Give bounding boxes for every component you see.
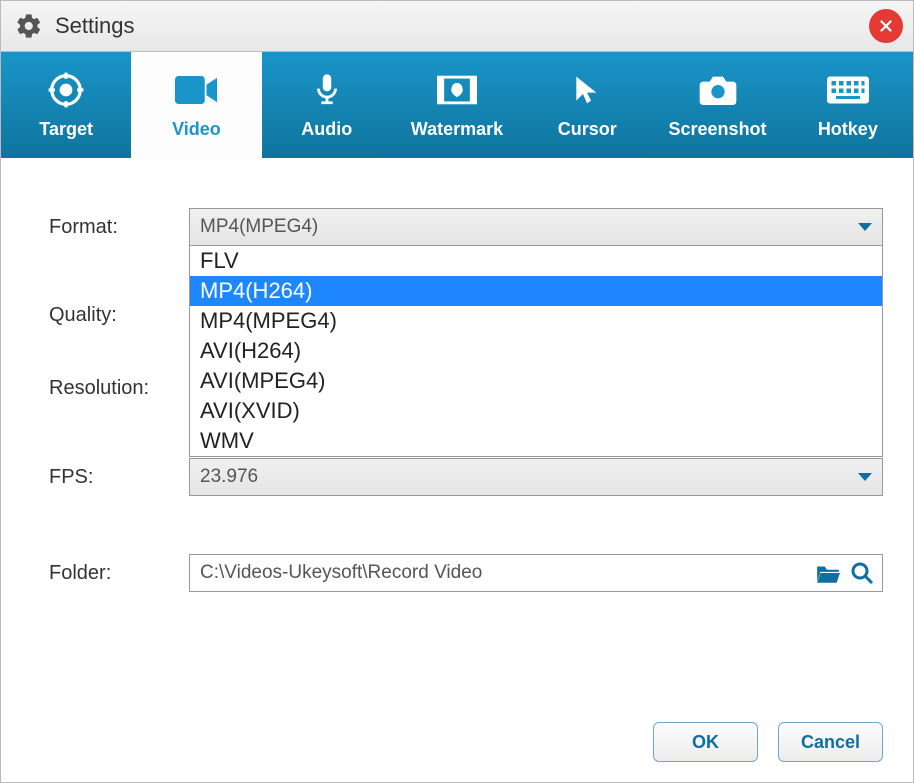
tab-label: Hotkey — [818, 119, 878, 140]
close-icon — [877, 17, 895, 35]
microphone-icon — [306, 71, 348, 109]
close-button[interactable] — [869, 9, 903, 43]
chevron-down-icon — [858, 473, 872, 481]
fps-combo[interactable]: 23.976 — [189, 458, 883, 496]
tab-video[interactable]: Video — [131, 52, 261, 158]
titlebar: Settings — [0, 0, 914, 52]
keyboard-icon — [827, 71, 869, 109]
folder-input[interactable]: C:\Videos-Ukeysoft\Record Video — [189, 554, 883, 592]
format-option[interactable]: AVI(XVID) — [190, 396, 882, 426]
ok-button[interactable]: OK — [653, 722, 758, 762]
format-option[interactable]: AVI(H264) — [190, 336, 882, 366]
resolution-label: Resolution: — [49, 377, 189, 400]
tab-label: Video — [172, 119, 221, 140]
row-folder: Folder: C:\Videos-Ukeysoft\Record Video — [49, 554, 883, 592]
quality-label: Quality: — [49, 304, 189, 327]
camera-icon — [697, 71, 739, 109]
fps-value: 23.976 — [200, 466, 258, 488]
settings-panel: Format: MP4(MPEG4) FLV MP4(H264) MP4(MPE… — [0, 158, 914, 783]
folder-label: Folder: — [49, 562, 189, 585]
format-combo[interactable]: MP4(MPEG4) — [189, 208, 883, 246]
tab-watermark[interactable]: Watermark — [392, 52, 522, 158]
open-folder-button[interactable] — [814, 559, 842, 587]
dialog-footer: OK Cancel — [653, 722, 883, 762]
format-value: MP4(MPEG4) — [200, 216, 318, 238]
tab-audio[interactable]: Audio — [262, 52, 392, 158]
browse-button[interactable] — [848, 559, 876, 587]
tab-screenshot[interactable]: Screenshot — [652, 52, 782, 158]
search-icon — [850, 561, 874, 585]
tab-label: Screenshot — [669, 119, 767, 140]
tab-target[interactable]: Target — [1, 52, 131, 158]
fps-label: FPS: — [49, 466, 189, 489]
format-dropdown: FLV MP4(H264) MP4(MPEG4) AVI(H264) AVI(M… — [189, 245, 883, 457]
format-option[interactable]: AVI(MPEG4) — [190, 366, 882, 396]
tab-label: Cursor — [558, 119, 617, 140]
tab-label: Watermark — [411, 119, 503, 140]
gear-icon — [15, 12, 43, 40]
target-icon — [45, 71, 87, 109]
watermark-icon — [436, 71, 478, 109]
cancel-button[interactable]: Cancel — [778, 722, 883, 762]
folder-value: C:\Videos-Ukeysoft\Record Video — [200, 562, 482, 584]
tab-label: Audio — [301, 119, 352, 140]
format-option[interactable]: MP4(H264) — [190, 276, 882, 306]
folder-open-icon — [815, 562, 841, 584]
video-icon — [175, 71, 217, 109]
row-format: Format: MP4(MPEG4) FLV MP4(H264) MP4(MPE… — [49, 208, 883, 246]
tab-label: Target — [39, 119, 93, 140]
cursor-icon — [566, 71, 608, 109]
window-title: Settings — [55, 13, 135, 39]
format-label: Format: — [49, 216, 189, 239]
tab-hotkey[interactable]: Hotkey — [783, 52, 913, 158]
format-option[interactable]: FLV — [190, 246, 882, 276]
format-option[interactable]: WMV — [190, 426, 882, 456]
format-option[interactable]: MP4(MPEG4) — [190, 306, 882, 336]
chevron-down-icon — [858, 223, 872, 231]
tabs-bar: Target Video Audio Watermark Cursor Scre… — [0, 52, 914, 158]
tab-cursor[interactable]: Cursor — [522, 52, 652, 158]
row-fps: FPS: 23.976 — [49, 458, 883, 496]
